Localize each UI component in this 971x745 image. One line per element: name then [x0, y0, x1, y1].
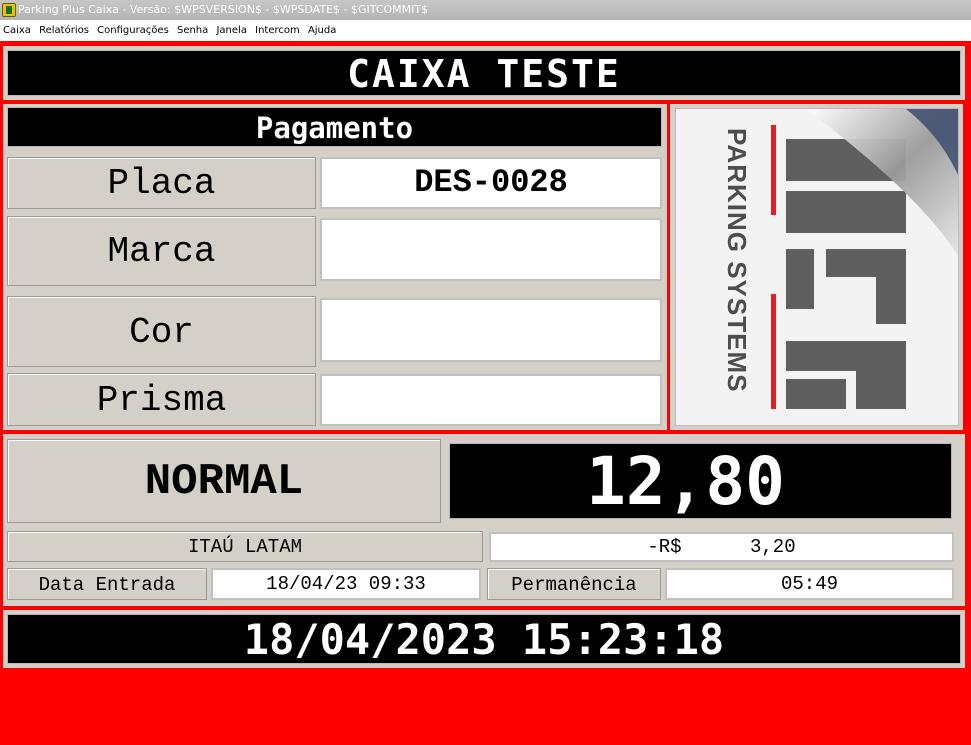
entry-label: Data Entrada: [7, 568, 207, 600]
section-title: Pagamento: [7, 107, 662, 147]
menu-ajuda[interactable]: Ajuda: [308, 25, 336, 36]
wps-logo-graphic: [676, 109, 958, 425]
window-titlebar: Parking Plus Caixa - Versão: $WPSVERSION…: [0, 0, 971, 20]
discount-value: -R$ 3,20: [489, 532, 954, 562]
marca-label: Marca: [7, 216, 316, 286]
clock-display: 18/04/2023 15:23:18: [7, 614, 961, 664]
stay-value: 05:49: [665, 568, 954, 600]
wps-logo: [675, 108, 959, 426]
prisma-label: Prisma: [7, 373, 316, 426]
placa-field[interactable]: DES-0028: [320, 157, 662, 209]
stay-label: Permanência: [487, 568, 661, 600]
marca-field[interactable]: [320, 218, 662, 281]
page-title: CAIXA TESTE: [7, 50, 961, 96]
menu-relatorios[interactable]: Relatórios: [39, 25, 89, 36]
tariff-type: NORMAL: [7, 439, 441, 523]
placa-label: Placa: [7, 157, 316, 209]
entry-value: 18/04/23 09:33: [211, 568, 481, 600]
logo-text-box: PARKING SYSTEMS: [722, 128, 762, 408]
logo-text: PARKING SYSTEMS: [722, 128, 752, 393]
window-title: Parking Plus Caixa - Versão: $WPSVERSION…: [18, 3, 429, 16]
menu-janela[interactable]: Janela: [216, 25, 246, 36]
menu-bar: Caixa Relatórios Configurações Senha Jan…: [0, 20, 971, 41]
app-icon: [2, 3, 16, 17]
menu-intercom[interactable]: Intercom: [255, 25, 300, 36]
prisma-field[interactable]: [320, 374, 662, 426]
tariff-amount: 12,80: [449, 443, 952, 520]
menu-configuracoes[interactable]: Configurações: [97, 25, 169, 36]
cor-field[interactable]: [320, 298, 662, 362]
discount-label: ITAÚ LATAM: [7, 531, 483, 562]
menu-senha[interactable]: Senha: [177, 25, 208, 36]
menu-caixa[interactable]: Caixa: [3, 25, 31, 36]
cor-label: Cor: [7, 296, 316, 367]
